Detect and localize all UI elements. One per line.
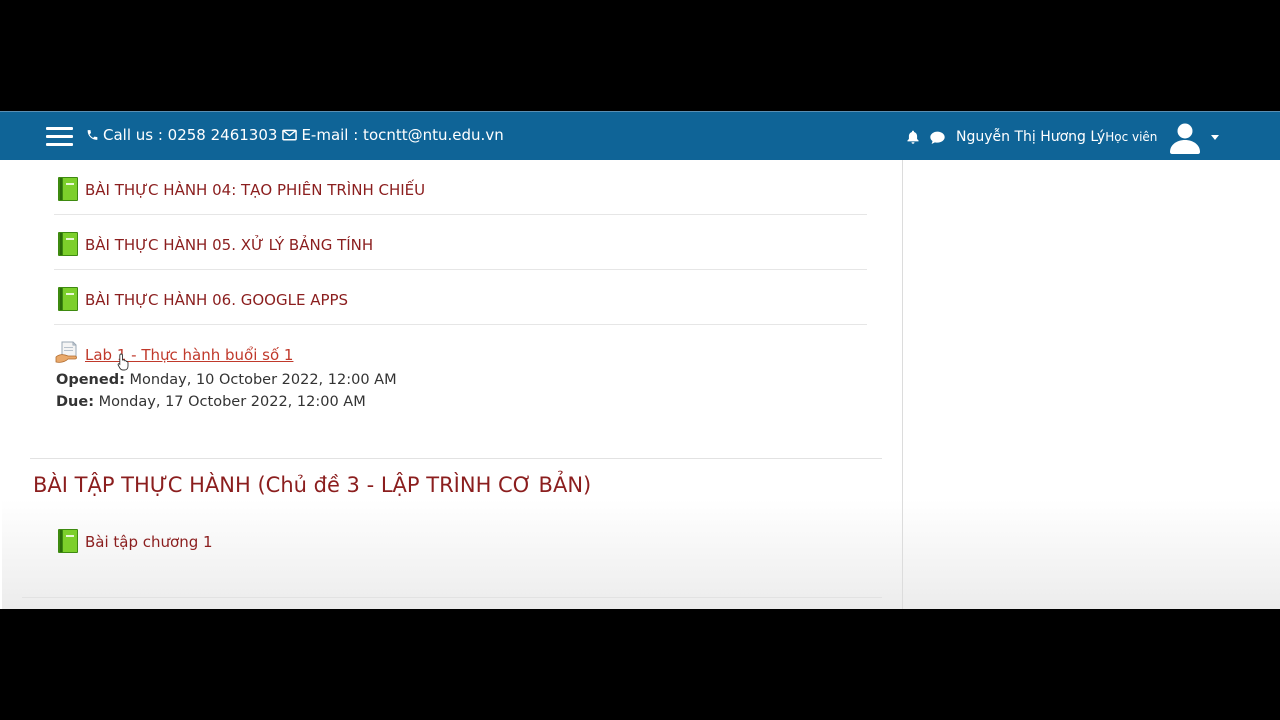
opened-date: Opened: Monday, 10 October 2022, 12:00 A… <box>56 372 397 388</box>
mouse-cursor-icon <box>117 353 129 371</box>
book-icon <box>58 232 78 256</box>
bell-icon[interactable] <box>906 129 920 145</box>
user-menu[interactable]: Nguyễn Thị Hương Lý Học viên <box>906 119 1220 155</box>
section-divider <box>22 597 882 598</box>
activity-item[interactable]: Bài tập chương 1 <box>54 512 867 567</box>
chat-icon[interactable] <box>929 130 946 145</box>
phone-label: Call us : 0258 2461303 <box>103 126 278 144</box>
assignment-icon <box>55 341 77 363</box>
due-label: Due: <box>56 394 94 410</box>
section-title: BÀI TẬP THỰC HÀNH (Chủ đề 3 - LẬP TRÌNH … <box>33 473 592 497</box>
book-icon <box>58 287 78 311</box>
section-divider <box>30 458 882 459</box>
opened-value: Monday, 10 October 2022, 12:00 AM <box>129 372 397 388</box>
activity-item[interactable]: BÀI THỰC HÀNH 05. XỬ LÝ BẢNG TÍNH <box>54 215 867 270</box>
activity-link[interactable]: Bài tập chương 1 <box>85 533 213 551</box>
menu-icon[interactable] <box>46 127 73 147</box>
activity-link[interactable]: BÀI THỰC HÀNH 06. GOOGLE APPS <box>85 291 348 309</box>
top-navbar: Call us : 0258 2461303 E-mail : tocntt@n… <box>0 111 1280 160</box>
email-label[interactable]: E-mail : tocntt@ntu.edu.vn <box>301 126 503 144</box>
book-icon <box>58 529 78 553</box>
activity-link[interactable]: BÀI THỰC HÀNH 05. XỬ LÝ BẢNG TÍNH <box>85 236 373 254</box>
activity-link[interactable]: BÀI THỰC HÀNH 04: TẠO PHIÊN TRÌNH CHIẾU <box>85 181 425 199</box>
activity-item[interactable]: BÀI THỰC HÀNH 06. GOOGLE APPS <box>54 270 867 325</box>
activity-item[interactable]: BÀI THỰC HÀNH 04: TẠO PHIÊN TRÌNH CHIẾU <box>54 160 867 215</box>
course-content: BÀI THỰC HÀNH 04: TẠO PHIÊN TRÌNH CHIẾU … <box>2 160 903 609</box>
browser-viewport: Call us : 0258 2461303 E-mail : tocntt@n… <box>0 111 1280 609</box>
contact-info: Call us : 0258 2461303 E-mail : tocntt@n… <box>86 126 504 144</box>
envelope-icon <box>282 129 298 141</box>
opened-label: Opened: <box>56 372 125 388</box>
avatar-icon[interactable] <box>1167 119 1203 155</box>
right-sidebar <box>903 160 1280 609</box>
caret-down-icon[interactable] <box>1211 134 1220 140</box>
due-value: Monday, 17 October 2022, 12:00 AM <box>98 394 366 410</box>
book-icon <box>58 177 78 201</box>
phone-icon <box>87 130 98 140</box>
due-date: Due: Monday, 17 October 2022, 12:00 AM <box>56 394 366 410</box>
user-role: Học viên <box>1105 130 1158 144</box>
user-name[interactable]: Nguyễn Thị Hương Lý <box>956 129 1105 145</box>
